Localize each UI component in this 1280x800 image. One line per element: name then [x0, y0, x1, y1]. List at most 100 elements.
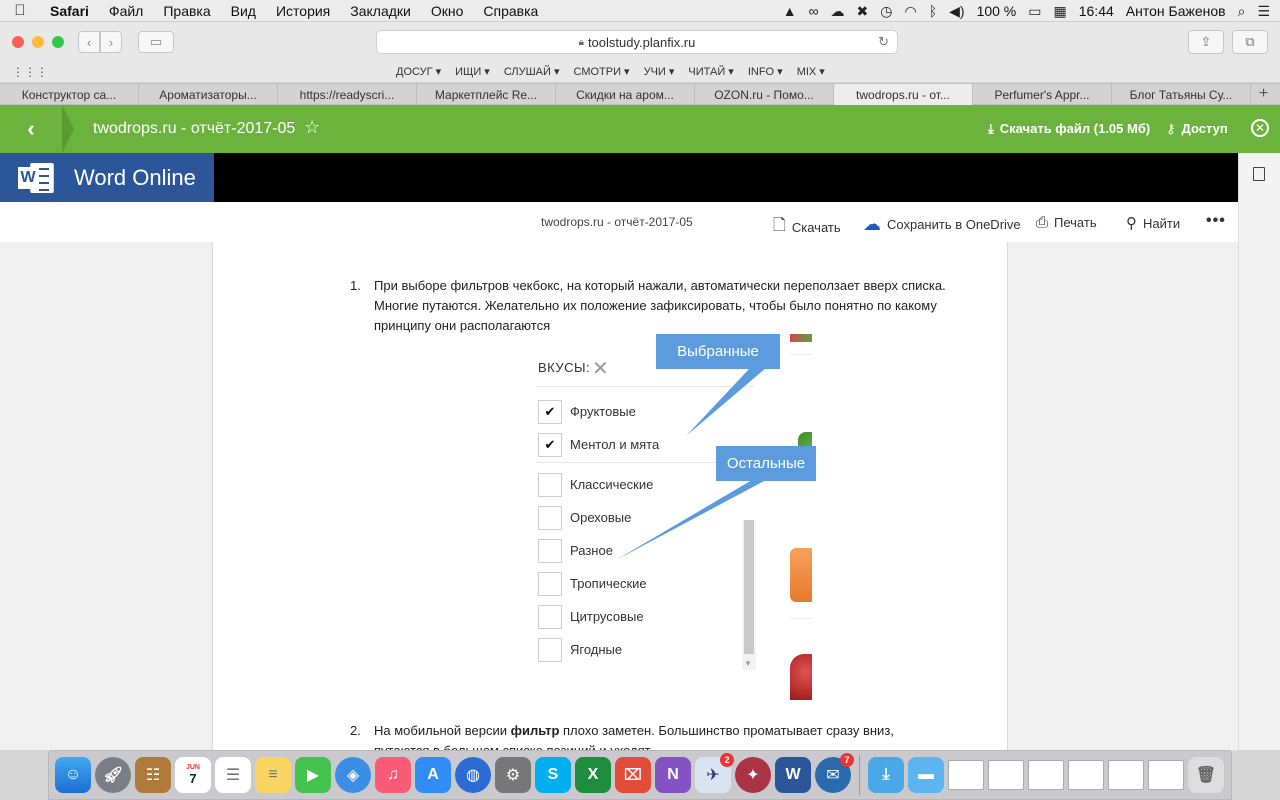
bookmark-uchi[interactable]: УЧИ ▾	[644, 65, 675, 78]
tab-skidki[interactable]: Скидки на аром...	[556, 84, 695, 105]
app-store-icon[interactable]: A	[415, 757, 451, 793]
dock: ☺ 🚀︎ ☷ JUN 7 ☰ ≡ ▶ ◈ ♫ A ◍ ⚙ S X ⌧ N ✈ 2 …	[48, 750, 1232, 800]
downloads-folder-icon[interactable]: ⤓	[868, 757, 904, 793]
printer-icon: ⎙	[1036, 214, 1049, 231]
reload-icon[interactable]: ↻	[878, 34, 889, 50]
bookmark-chitai[interactable]: ЧИТАЙ ▾	[688, 65, 733, 78]
planfix-file-bar: ‹ twodrops.ru - отчёт-2017-05 ☆ ⤓ Скачат…	[0, 105, 1280, 153]
document-stack-icon[interactable]	[948, 760, 984, 790]
address-bar[interactable]: 🔒︎ toolstudy.planfix.ru ↻	[376, 30, 898, 54]
volume-icon[interactable]: ◀)	[949, 3, 964, 20]
tab-marketplace[interactable]: Маркетплейс Re...	[417, 84, 556, 105]
battery-percent[interactable]: 100 %	[977, 3, 1017, 19]
itunes-icon[interactable]: ♫	[375, 757, 411, 793]
word-header: W Word Online	[0, 153, 1238, 202]
trash-icon[interactable]: 🗑︎	[1188, 757, 1224, 793]
google-earth-icon[interactable]: ◍	[455, 757, 491, 793]
menu-file[interactable]: Файл	[99, 3, 153, 19]
tab-constructor[interactable]: Конструктор са...	[0, 84, 139, 105]
bookmark-dosug[interactable]: ДОСУГ ▾	[396, 65, 441, 78]
document-stack-icon[interactable]	[988, 760, 1024, 790]
share-button[interactable]: ⇪	[1188, 30, 1224, 54]
clock[interactable]: 16:44	[1079, 3, 1114, 19]
document-stack-icon[interactable]	[1068, 760, 1104, 790]
excel-icon[interactable]: X	[575, 757, 611, 793]
star-icon[interactable]: ☆	[304, 117, 320, 138]
xcode-icon[interactable]: ✖	[857, 3, 869, 20]
tab-ozon[interactable]: OZON.ru - Помо...	[695, 84, 834, 105]
close-icon[interactable]: ✕	[1251, 119, 1269, 137]
minimize-window-button[interactable]	[32, 36, 44, 48]
menu-bookmarks[interactable]: Закладки	[340, 3, 421, 19]
calendar-icon[interactable]: JUN 7	[175, 757, 211, 793]
side-panel	[1223, 153, 1280, 750]
drive-icon[interactable]: ▲	[783, 3, 797, 19]
tab-readyscript[interactable]: https://readyscri...	[278, 84, 417, 105]
contacts-icon[interactable]: ☷	[135, 757, 171, 793]
document-stack-icon[interactable]	[1108, 760, 1144, 790]
time-machine-icon[interactable]: ◷	[880, 3, 892, 20]
notification-center-icon[interactable]: ☰	[1257, 3, 1270, 20]
menu-safari[interactable]: Safari	[40, 3, 99, 19]
tab-aromatizatory[interactable]: Ароматизаторы...	[139, 84, 278, 105]
more-options-icon[interactable]: •••	[1206, 212, 1226, 230]
new-tab-button[interactable]: +	[1251, 84, 1276, 104]
tab-perfumer[interactable]: Perfumer's Appr...	[973, 84, 1112, 105]
zoom-window-button[interactable]	[52, 36, 64, 48]
system-preferences-icon[interactable]: ⚙	[495, 757, 531, 793]
battery-icon[interactable]: ▭	[1028, 3, 1041, 20]
onenote-icon[interactable]: N	[655, 757, 691, 793]
menu-view[interactable]: Вид	[221, 3, 266, 19]
notes-app-icon[interactable]: ≡	[255, 757, 291, 793]
folder-icon[interactable]: ▬	[908, 757, 944, 793]
document-stack-icon[interactable]	[1028, 760, 1064, 790]
thunderbird-icon[interactable]: ✉ 7	[815, 753, 854, 793]
launchpad-icon[interactable]: 🚀︎	[95, 757, 131, 793]
reminders-icon[interactable]: ☰	[215, 757, 251, 793]
access-button[interactable]: ⚷ Доступ	[1166, 121, 1228, 137]
notes-icon[interactable]	[1253, 167, 1265, 181]
print-button[interactable]: ⎙ Печать	[1036, 214, 1097, 231]
bluetooth-icon[interactable]: ᛒ	[929, 3, 937, 19]
spotlight-icon[interactable]: ⌕	[1238, 3, 1246, 20]
wifi-icon[interactable]: ◠	[905, 3, 917, 20]
bookmark-slushai[interactable]: СЛУШАЙ ▾	[504, 65, 560, 78]
facetime-icon[interactable]: ▶	[295, 757, 331, 793]
apple-icon[interactable]: 	[0, 2, 40, 19]
remote-desktop-icon[interactable]: ⌧	[615, 757, 651, 793]
onedrive-icon[interactable]: ☁	[831, 3, 845, 20]
save-onedrive-button[interactable]: ☁ Сохранить в OneDrive	[863, 214, 1021, 235]
user-name[interactable]: Антон Баженов	[1126, 3, 1226, 19]
back-button[interactable]: ‹	[78, 31, 100, 53]
top-sites-icon[interactable]: ⋮⋮⋮	[12, 65, 48, 79]
forward-button[interactable]: ›	[100, 31, 122, 53]
menu-help[interactable]: Справка	[473, 3, 548, 19]
tabs-overview-button[interactable]: ⧉	[1232, 30, 1268, 54]
tab-blog[interactable]: Блог Татьяны Су...	[1112, 84, 1251, 105]
close-window-button[interactable]	[12, 36, 24, 48]
bookmark-smotri[interactable]: СМОТРИ ▾	[574, 65, 630, 78]
find-button[interactable]: ⚲ Найти	[1126, 214, 1180, 232]
search-icon: ⚲	[1126, 215, 1137, 232]
sidebar-toggle-button[interactable]: ▭	[138, 31, 174, 53]
word-app-icon[interactable]: W	[775, 757, 811, 793]
download-button[interactable]: 🗋︎ Скачать	[773, 214, 841, 241]
flashlight-icon[interactable]: ✦	[735, 757, 771, 793]
finder-icon[interactable]: ☺	[55, 757, 91, 793]
bookmark-ishchi[interactable]: ИЩИ ▾	[455, 65, 490, 78]
flag-icon[interactable]: ▦	[1054, 3, 1067, 20]
word-brand[interactable]: W Word Online	[0, 153, 214, 202]
mail-app-icon[interactable]: ✈ 2	[695, 753, 734, 793]
safari-icon[interactable]: ◈	[335, 757, 371, 793]
menu-history[interactable]: История	[266, 3, 340, 19]
bookmark-info[interactable]: INFO ▾	[748, 65, 783, 78]
bookmark-mix[interactable]: MIX ▾	[797, 65, 825, 78]
creative-cloud-icon[interactable]: ∞	[809, 3, 819, 19]
tab-twodrops[interactable]: twodrops.ru - от...	[834, 84, 973, 105]
menu-edit[interactable]: Правка	[153, 3, 220, 19]
document-stack-icon[interactable]	[1148, 760, 1184, 790]
download-file-button[interactable]: ⤓ Скачать файл (1.05 Мб)	[988, 121, 1150, 137]
menu-window[interactable]: Окно	[421, 3, 474, 19]
skype-icon[interactable]: S	[535, 757, 571, 793]
back-arrow-icon[interactable]: ‹	[0, 105, 62, 153]
